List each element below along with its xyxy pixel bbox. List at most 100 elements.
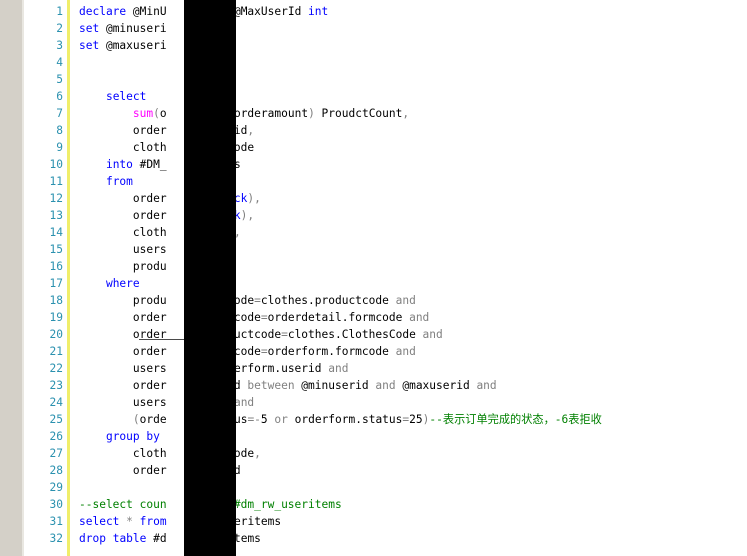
code-token: @minuserid: [294, 379, 376, 392]
keyword-token: group: [105, 430, 140, 443]
code-line[interactable]: 26 group by: [0, 428, 747, 445]
code-text[interactable]: order formcode=orderdetail.formcode and: [79, 309, 429, 326]
code-line[interactable]: 19 order formcode=orderdetail.formcode a…: [0, 309, 747, 326]
line-number: 29: [49, 481, 63, 494]
code-token: cloth: [79, 447, 167, 460]
code-token: users: [79, 362, 167, 375]
code-token: order: [79, 379, 167, 392]
code-token: cloth: [79, 141, 167, 154]
code-line[interactable]: 1declare @MinU int,@MaxUserId int: [0, 3, 747, 20]
line-number: 16: [49, 260, 63, 273]
code-token: o: [159, 107, 167, 120]
code-line[interactable]: 8 order userid,: [0, 122, 747, 139]
code-line[interactable]: 2 set @minuseri: [0, 20, 747, 37]
code-line[interactable]: 3set @maxuseri 00: [0, 37, 747, 54]
code-line[interactable]: 13 order olock),: [0, 207, 747, 224]
operator-token: and: [422, 328, 443, 341]
code-token: @MinU: [126, 5, 167, 18]
code-token: #DM_: [132, 158, 167, 171]
code-text[interactable]: where: [79, 275, 140, 292]
comment-token: -6: [554, 413, 569, 426]
code-line[interactable]: 15 users k),: [0, 241, 747, 258]
code-token: order: [79, 124, 167, 137]
code-text[interactable]: select * from w_useritems: [79, 513, 281, 530]
line-number: 26: [49, 430, 63, 443]
error-underline: [139, 339, 187, 341]
code-line[interactable]: 31 select * from w_useritems: [0, 513, 747, 530]
code-text[interactable]: from: [79, 173, 133, 190]
code-text[interactable]: group by: [79, 428, 160, 445]
code-line[interactable]: 10 into #DM_ Items: [0, 156, 747, 173]
code-line[interactable]: 7 sum(o ail.orderamount) ProudctCount,: [0, 105, 747, 122]
code-line[interactable]: 22 users =orderform.userid and: [0, 360, 747, 377]
code-text[interactable]: order formcode=orderform.formcode and: [79, 343, 416, 360]
code-token: produ: [79, 294, 167, 307]
code-lines[interactable]: 1declare @MinU int,@MaxUserId int 2 set @m…: [0, 3, 747, 547]
code-token: order: [79, 464, 167, 477]
code-line[interactable]: 27 cloth uctcode,: [0, 445, 747, 462]
code-text[interactable]: select: [79, 88, 146, 105]
code-line[interactable]: 16 produ ock): [0, 258, 747, 275]
comment-token: 表示订单完成的状态，: [442, 413, 555, 426]
code-line[interactable]: 28 order serid: [0, 462, 747, 479]
code-token: orderform.formcode: [267, 345, 396, 358]
operator-token: and: [409, 311, 430, 324]
code-line[interactable]: 4: [0, 54, 747, 71]
code-text[interactable]: sum(o ail.orderamount) ProudctCount,: [79, 105, 409, 122]
code-line[interactable]: 12 order nolock),: [0, 190, 747, 207]
code-line[interactable]: 30 --select coun rom #dm_rw_useritems: [0, 496, 747, 513]
operator-token: ,: [402, 107, 410, 120]
code-line[interactable]: 9 cloth uctcode: [0, 139, 747, 156]
line-number: 12: [49, 192, 63, 205]
code-token: orde: [139, 413, 167, 426]
code-token: order: [79, 311, 167, 324]
operator-token: or: [274, 413, 288, 426]
operator-token: and: [328, 362, 349, 375]
code-line[interactable]: 14 cloth ock),: [0, 224, 747, 241]
line-number: 8: [56, 124, 63, 137]
line-number: 15: [49, 243, 63, 256]
code-text[interactable]: order serid between @minuserid and @maxu…: [79, 377, 497, 394]
code-text[interactable]: produ uctcode=clothes.productcode and: [79, 292, 416, 309]
line-number: 24: [49, 396, 63, 409]
code-text[interactable]: (orde status=-5 or orderform.status=25)-…: [79, 411, 602, 428]
code-line[interactable]: 24 users <=1 and: [0, 394, 747, 411]
comment-token: 表拒收: [568, 413, 602, 426]
code-line[interactable]: 5: [0, 71, 747, 88]
code-line[interactable]: 23 order serid between @minuserid and @m…: [0, 377, 747, 394]
code-text[interactable]: order productcode=clothes.ClothesCode an…: [79, 326, 443, 343]
code-token: orderdetail.formcode: [267, 311, 410, 324]
code-line[interactable]: 18 produ uctcode=clothes.productcode and: [0, 292, 747, 309]
line-number: 23: [49, 379, 63, 392]
operator-token: =: [281, 328, 288, 341]
keyword-token: drop: [79, 532, 106, 545]
line-number: 2: [56, 22, 63, 35]
line-number: 6: [56, 90, 63, 103]
code-token: @maxuseri: [99, 39, 167, 52]
operator-token: and: [395, 345, 416, 358]
line-number: 9: [56, 141, 63, 154]
code-line[interactable]: 17 where: [0, 275, 747, 292]
code-line[interactable]: 32drop table #d seritems: [0, 530, 747, 547]
operator-token: =: [260, 311, 268, 324]
code-line[interactable]: 21 order formcode=orderform.formcode and: [0, 343, 747, 360]
code-line[interactable]: 20 order productcode=clothes.ClothesCode…: [0, 326, 747, 343]
operator-token: (: [153, 107, 160, 120]
keyword-token: from: [139, 515, 167, 528]
comment-token: --select coun: [79, 498, 167, 511]
comment-token: --: [429, 413, 443, 426]
line-number: 4: [56, 56, 63, 69]
code-line[interactable]: 6 select: [0, 88, 747, 105]
code-line[interactable]: 25 (orde status=-5 or orderform.status=2…: [0, 411, 747, 428]
code-editor[interactable]: 1declare @MinU int,@MaxUserId int 2 set @m…: [0, 0, 747, 556]
code-line[interactable]: 29: [0, 479, 747, 496]
line-number: 18: [49, 294, 63, 307]
operator-token: ,: [254, 447, 261, 460]
code-line[interactable]: 11 from: [0, 173, 747, 190]
operator-token: (: [132, 413, 140, 426]
code-text[interactable]: set @minuseri: [79, 20, 167, 37]
keyword-token: set: [79, 22, 100, 35]
